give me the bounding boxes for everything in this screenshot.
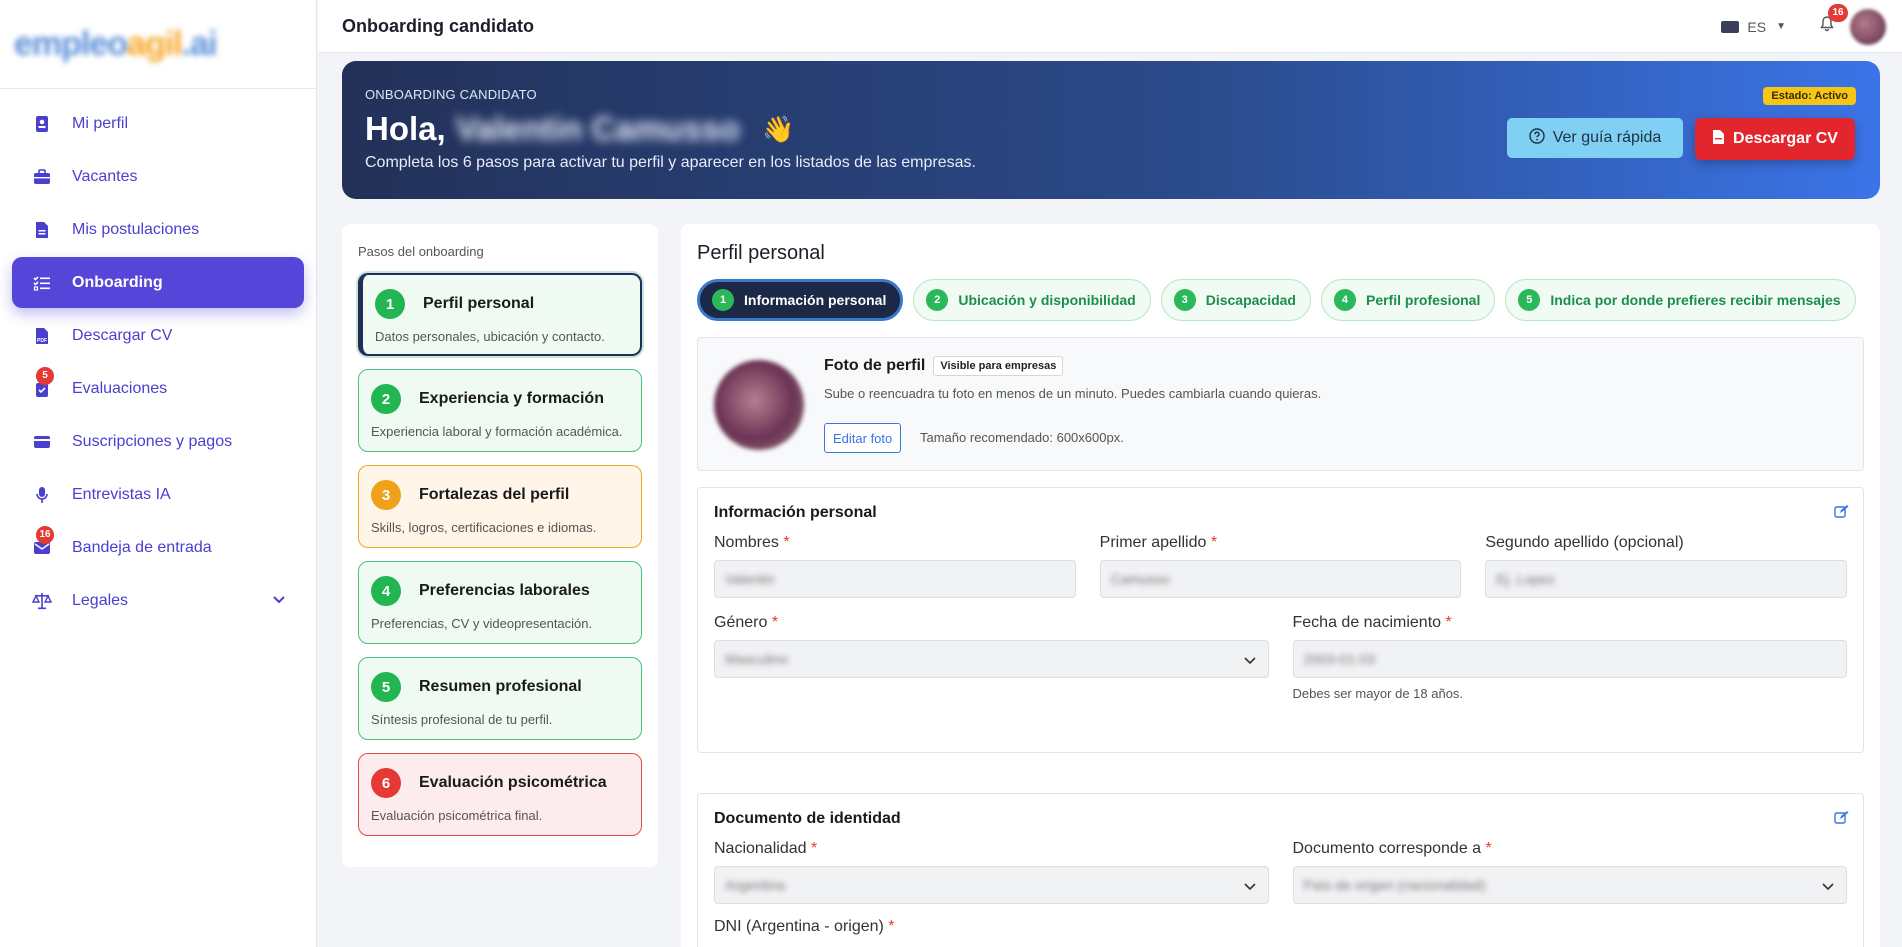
- photo-title: Foto de perfil Visible para empresas: [824, 356, 1064, 376]
- hero-kicker: ONBOARDING CANDIDATO: [365, 87, 537, 102]
- logo-area: empleoagil.ai: [0, 0, 316, 89]
- page-title: Onboarding candidato: [342, 15, 534, 36]
- topbar: Onboarding candidato ES ▼ 16: [318, 0, 1902, 53]
- chevron-down-icon: [1243, 878, 1256, 896]
- nacionalidad-select[interactable]: Argentina: [714, 866, 1269, 904]
- sidebar-item-bandeja-entrada[interactable]: 16 Bandeja de entrada: [12, 522, 304, 573]
- checklist-icon: [32, 273, 52, 293]
- sidebar-nav: Mi perfil Vacantes Mis postulaciones Onb…: [0, 89, 316, 626]
- notifications-badge: 16: [1828, 4, 1848, 22]
- subtabs: 1 Información personal 2 Ubicación y dis…: [697, 279, 1864, 321]
- step-perfil-personal[interactable]: 1 Perfil personal Datos personales, ubic…: [358, 273, 642, 356]
- edit-icon[interactable]: [1834, 810, 1849, 830]
- personal-info-title: Información personal: [714, 504, 877, 521]
- step-fortalezas[interactable]: 3 Fortalezas del perfil Skills, logros, …: [358, 465, 642, 548]
- user-name: Valentin Camusso: [455, 110, 740, 147]
- evaluaciones-badge: 5: [36, 367, 54, 385]
- nacionalidad-field: Nacionalidad * Argentina: [714, 840, 1269, 904]
- chevron-down-icon: [1243, 652, 1256, 670]
- wave-icon: 👋: [761, 113, 795, 144]
- fecha-nacimiento-input[interactable]: 2003-01-03: [1292, 640, 1847, 678]
- tab-mensajes[interactable]: 5 Indica por donde prefieres recibir men…: [1505, 279, 1856, 321]
- bandeja-badge: 16: [36, 526, 54, 544]
- logo[interactable]: empleoagil.ai: [14, 25, 217, 64]
- chevron-down-icon: [1822, 878, 1834, 896]
- segundo-apellido-input[interactable]: Ej. Lopez: [1485, 560, 1848, 598]
- onboarding-steps: Pasos del onboarding 1 Perfil personal D…: [342, 224, 658, 867]
- scale-icon: [32, 591, 52, 611]
- sidebar-item-mi-perfil[interactable]: Mi perfil: [12, 98, 304, 149]
- dni-field: DNI (Argentina - origen) *: [714, 918, 895, 935]
- primer-apellido-input[interactable]: Camusso: [1099, 560, 1462, 598]
- tab-ubicacion[interactable]: 2 Ubicación y disponibilidad: [913, 279, 1151, 321]
- section-title: Perfil personal: [697, 242, 825, 264]
- avatar[interactable]: [1850, 8, 1886, 45]
- steps-title: Pasos del onboarding: [358, 244, 484, 259]
- nombres-field: Nombres * Valentin: [714, 534, 1076, 598]
- step-experiencia[interactable]: 2 Experiencia y formación Experiencia la…: [358, 369, 642, 452]
- sidebar-item-legales[interactable]: Legales: [12, 575, 304, 626]
- genero-select[interactable]: Masculino: [714, 640, 1269, 678]
- tab-informacion-personal[interactable]: 1 Información personal: [697, 279, 904, 321]
- notifications-button[interactable]: 16: [1820, 4, 1848, 37]
- svg-text:PDF: PDF: [37, 338, 47, 344]
- documento-title: Documento de identidad: [714, 810, 901, 827]
- primer-apellido-field: Primer apellido * Camusso: [1099, 534, 1462, 598]
- hero-banner: ONBOARDING CANDIDATO Hola, Valentin Camu…: [342, 61, 1880, 199]
- edit-icon[interactable]: [1834, 504, 1849, 524]
- visibility-badge: Visible para empresas: [933, 356, 1064, 376]
- fecha-hint: Debes ser mayor de 18 años.: [1292, 686, 1464, 701]
- sidebar-item-descargar-cv[interactable]: PDF Descargar CV: [12, 310, 304, 361]
- genero-field: Género * Masculino: [714, 614, 1269, 701]
- language-selector[interactable]: ES ▼: [1721, 19, 1786, 35]
- photo-description: Sube o reencuadra tu foto en menos de un…: [824, 386, 1322, 401]
- id-badge-icon: [32, 114, 52, 134]
- documento-section: Documento de identidad Nacionalidad * Ar…: [697, 793, 1864, 947]
- photo-size-hint: Tamaño recomendado: 600x600px.: [920, 430, 1124, 445]
- briefcase-icon: [32, 167, 52, 187]
- profile-photo: [714, 360, 804, 450]
- download-cv-button[interactable]: Descargar CV: [1695, 118, 1855, 160]
- step-evaluacion[interactable]: 6 Evaluación psicométrica Evaluación psi…: [358, 753, 642, 836]
- language-flag-icon: [1721, 20, 1740, 33]
- step-resumen[interactable]: 5 Resumen profesional Síntesis profesion…: [358, 657, 642, 740]
- chevron-down-icon[interactable]: [272, 592, 286, 610]
- corresponde-select[interactable]: País de origen (nacionalidad): [1292, 866, 1847, 904]
- profile-photo-box: Foto de perfil Visible para empresas Sub…: [697, 337, 1864, 471]
- bell-icon: [1820, 16, 1834, 36]
- tab-discapacidad[interactable]: 3 Discapacidad: [1160, 279, 1311, 321]
- credit-card-icon: [32, 432, 52, 452]
- sidebar-item-vacantes[interactable]: Vacantes: [12, 151, 304, 202]
- status-badge: Estado: Activo: [1763, 87, 1856, 105]
- main-content: Perfil personal 1 Información personal 2…: [681, 224, 1880, 947]
- segundo-apellido-field: Segundo apellido (opcional) Ej. Lopez: [1485, 534, 1848, 598]
- edit-photo-button[interactable]: Editar foto: [824, 423, 902, 453]
- pdf-icon: PDF: [32, 326, 52, 346]
- sidebar-item-suscripciones[interactable]: Suscripciones y pagos: [12, 416, 304, 467]
- pdf-file-icon: [1712, 129, 1725, 150]
- personal-info-section: Información personal Nombres * Valentin …: [697, 487, 1864, 753]
- sidebar-item-evaluaciones[interactable]: 5 Evaluaciones: [12, 363, 304, 414]
- sidebar-item-entrevistas-ia[interactable]: Entrevistas IA: [12, 469, 304, 520]
- nombres-input[interactable]: Valentin: [714, 560, 1076, 598]
- sidebar-item-onboarding[interactable]: Onboarding: [12, 257, 304, 308]
- fecha-nacimiento-field: Fecha de nacimiento * 2003-01-03 Debes s…: [1292, 614, 1847, 701]
- sidebar: empleoagil.ai Mi perfil Vacantes Mis pos…: [0, 0, 317, 947]
- caret-down-icon: ▼: [1776, 21, 1786, 32]
- question-circle-icon: [1529, 127, 1545, 149]
- file-icon: [32, 220, 52, 240]
- microphone-icon: [32, 485, 52, 505]
- quick-guide-button[interactable]: Ver guía rápida: [1507, 118, 1683, 158]
- corresponde-field: Documento corresponde a * País de origen…: [1292, 840, 1847, 904]
- sidebar-item-mis-postulaciones[interactable]: Mis postulaciones: [12, 204, 304, 255]
- tab-perfil-profesional[interactable]: 4 Perfil profesional: [1320, 279, 1496, 321]
- topbar-actions: ES ▼ 16: [1721, 0, 1886, 53]
- step-preferencias[interactable]: 4 Preferencias laborales Preferencias, C…: [358, 561, 642, 644]
